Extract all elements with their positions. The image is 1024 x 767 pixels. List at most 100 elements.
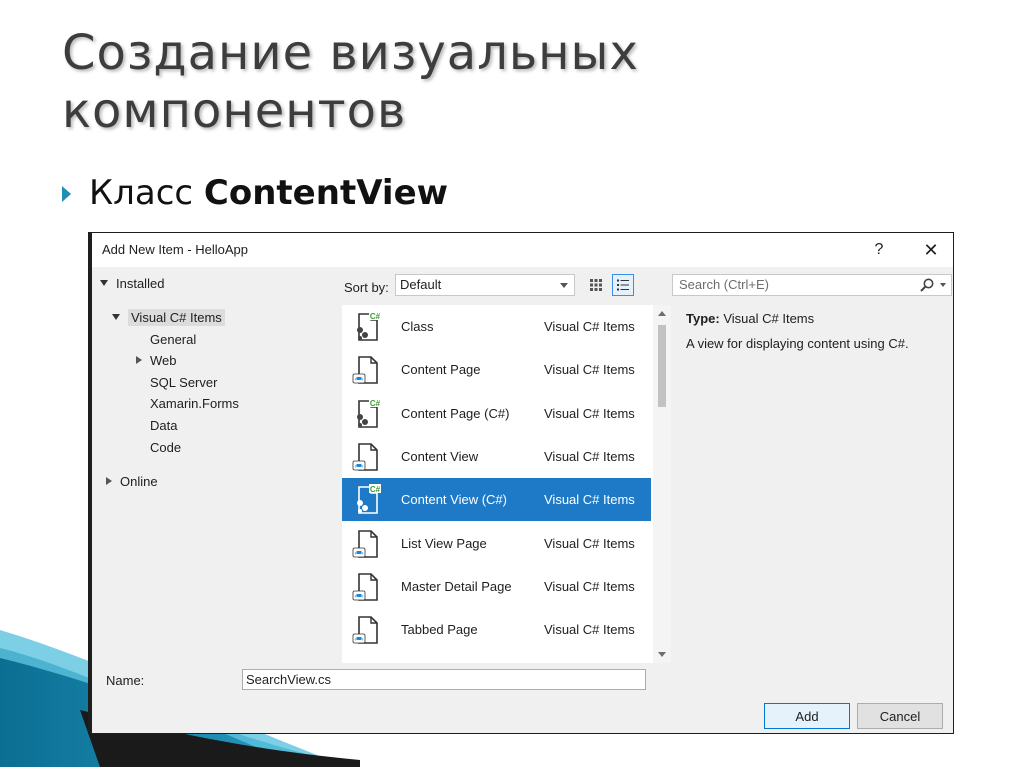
list-item-category: Visual C# Items [544, 622, 635, 637]
list-item-category: Visual C# Items [544, 406, 635, 421]
name-input[interactable]: SearchView.cs [242, 669, 646, 690]
add-new-item-dialog: Add New Item - HelloApp ? ✕ Installed Vi… [88, 232, 954, 734]
expanded-arrow-icon[interactable] [112, 314, 120, 320]
svg-text:C#: C# [370, 399, 381, 408]
list-item-name: Content View [401, 449, 479, 464]
cancel-button[interactable]: Cancel [857, 703, 943, 729]
search-options-chevron-icon[interactable] [940, 283, 946, 287]
list-item-category: Visual C# Items [544, 362, 635, 377]
grid-view-button[interactable] [585, 274, 607, 296]
bullet-arrow-icon [62, 186, 71, 202]
list-item[interactable]: C# Class Visual C# Items [342, 305, 651, 348]
list-item[interactable]: ‹ › Tabbed Page Visual C# Items [342, 608, 651, 651]
tree-item-data[interactable]: Data [150, 415, 177, 435]
list-item-category: Visual C# Items [544, 579, 635, 594]
list-item-name: Master Detail Page [401, 579, 512, 594]
list-scrollbar[interactable] [653, 305, 671, 663]
list-item-category: Visual C# Items [544, 492, 635, 507]
csharp-class-icon: C# [357, 398, 381, 428]
bullet-prefix: Класс [89, 173, 204, 213]
svg-text:‹: ‹ [355, 464, 357, 470]
tree-item-xamarin-forms[interactable]: Xamarin.Forms [150, 393, 239, 413]
search-icon[interactable] [919, 277, 935, 293]
list-item[interactable]: ‹ › Master Detail Page Visual C# Items [342, 565, 651, 608]
list-item-name: Content View (C#) [401, 492, 507, 507]
collapsed-arrow-icon[interactable] [136, 356, 142, 364]
details-description: A view for displaying content using C#. [686, 336, 909, 351]
list-item[interactable]: ‹ › Content Page Visual C# Items [342, 348, 651, 391]
svg-text:‹: ‹ [355, 637, 357, 643]
svg-text:›: › [362, 637, 364, 643]
tree-item-general[interactable]: General [150, 329, 196, 349]
add-button-label: Add [795, 708, 819, 724]
list-item-name: Content Page [401, 362, 481, 377]
bullet-bold-term: ContentView [203, 173, 449, 213]
list-item[interactable]: ‹ › Content View Visual C# Items [342, 435, 651, 478]
details-panel: Type: Visual C# Items A view for display… [686, 311, 946, 351]
csharp-class-icon: C# [357, 484, 381, 514]
bullet-text: Класс ContentView [89, 173, 448, 213]
cancel-button-label: Cancel [879, 708, 921, 724]
sort-by-select[interactable]: Default [395, 274, 575, 296]
list-view-icon [617, 279, 629, 291]
tree-item-sql-server[interactable]: SQL Server [150, 372, 217, 392]
bullet-row: Класс ContentView [62, 170, 448, 216]
list-item-name: Content Page (C#) [401, 406, 510, 421]
collapsed-arrow-icon[interactable] [106, 477, 112, 485]
svg-text:C#: C# [370, 312, 381, 321]
xaml-page-icon: ‹ › [352, 443, 378, 471]
tree-item-online[interactable]: Online [106, 471, 158, 491]
add-button[interactable]: Add [764, 703, 850, 729]
tree-item-label: Code [150, 439, 182, 455]
chevron-down-icon [560, 283, 568, 288]
search-placeholder: Search (Ctrl+E) [679, 277, 769, 292]
scroll-down-arrow-icon[interactable] [658, 652, 666, 657]
template-list: C# Class Visual C# Items ‹ › Content Page Visu… [342, 305, 671, 663]
tree-item-label: SQL Server [150, 374, 218, 390]
dialog-title: Add New Item - HelloApp [102, 242, 248, 257]
list-item[interactable]: ‹ › List View Page Visual C# Items [342, 522, 651, 565]
name-label: Name: [106, 673, 145, 688]
tree-item-label: Xamarin.Forms [150, 395, 239, 411]
tree-item-label: Data [150, 417, 178, 433]
xaml-page-icon: ‹ › [352, 530, 378, 558]
xaml-page-icon: ‹ › [352, 356, 378, 384]
list-item[interactable]: C# Content View (C#) Visual C# Items [342, 478, 651, 521]
help-button[interactable]: ? [866, 238, 892, 262]
search-input[interactable]: Search (Ctrl+E) [672, 274, 952, 296]
list-item-name: List View Page [401, 536, 487, 551]
type-label: Type: [686, 311, 720, 326]
tree-item-web[interactable]: Web [136, 350, 177, 370]
tree-item-installed[interactable]: Installed [100, 273, 164, 293]
list-item-category: Visual C# Items [544, 449, 635, 464]
svg-text:‹: ‹ [355, 594, 357, 600]
tree-item-label: Visual C# Items [128, 308, 225, 326]
tree-item-label: Online [120, 473, 158, 489]
close-button[interactable]: ✕ [918, 238, 944, 262]
list-item-category: Visual C# Items [544, 319, 635, 334]
sort-by-value: Default [400, 277, 442, 292]
grid-view-icon [590, 279, 602, 291]
slide-title: Создание визуальных компонентов [62, 25, 639, 139]
list-item[interactable]: C# Content Page (C#) Visual C# Items [342, 392, 651, 435]
csharp-class-icon: C# [357, 311, 381, 341]
svg-text:›: › [362, 594, 364, 600]
tree-item-code[interactable]: Code [150, 437, 181, 457]
scroll-up-arrow-icon[interactable] [658, 311, 666, 316]
details-type: Type: Visual C# Items [686, 311, 946, 326]
sort-by-label: Sort by: [344, 280, 389, 295]
dialog-titlebar: Add New Item - HelloApp ? ✕ [92, 233, 953, 267]
list-item-name: Tabbed Page [401, 622, 478, 637]
svg-text:›: › [362, 377, 364, 383]
list-view-button[interactable] [612, 274, 634, 296]
tree-item-visual-csharp[interactable]: Visual C# Items [112, 307, 225, 327]
svg-text:›: › [362, 551, 364, 557]
list-item-name: Class [401, 319, 434, 334]
svg-text:C#: C# [370, 485, 381, 494]
xaml-page-icon: ‹ › [352, 573, 378, 601]
tree-item-label: Installed [116, 275, 165, 291]
expanded-arrow-icon[interactable] [100, 280, 108, 286]
list-item-category: Visual C# Items [544, 536, 635, 551]
type-value: Visual C# Items [719, 311, 815, 326]
scroll-thumb[interactable] [658, 325, 666, 407]
